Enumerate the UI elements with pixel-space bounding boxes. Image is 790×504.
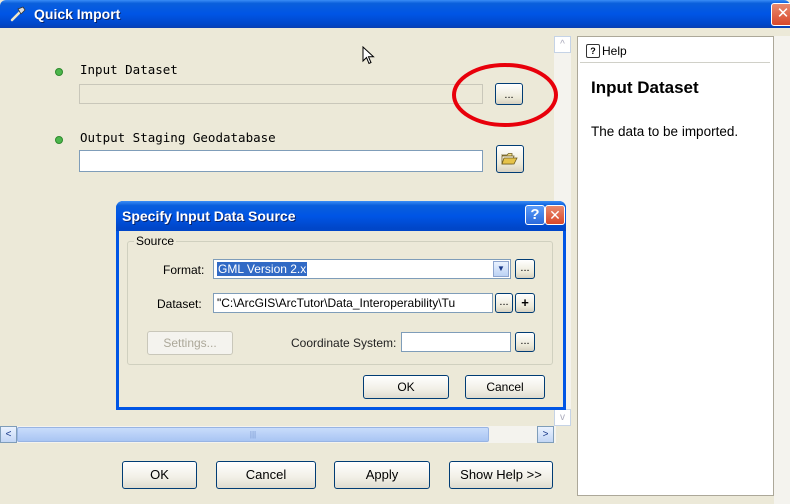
dataset-value: "C:\ArcGIS\ArcTutor\Data_Interoperabilit… (217, 296, 456, 310)
required-bullet-icon (55, 136, 63, 144)
dataset-field[interactable]: "C:\ArcGIS\ArcTutor\Data_Interoperabilit… (213, 293, 493, 313)
format-value: GML Version 2.x (217, 262, 308, 276)
dialog-cancel-button[interactable]: Cancel (465, 375, 545, 399)
source-group-label: Source (134, 234, 177, 248)
plus-icon: + (521, 295, 529, 310)
output-geodatabase-field[interactable] (79, 150, 483, 172)
horizontal-scroll-thumb[interactable]: ||| (17, 427, 489, 442)
scroll-left-arrow-icon[interactable]: < (0, 426, 17, 443)
show-help-button[interactable]: Show Help >> (449, 461, 553, 489)
window-title: Quick Import (34, 6, 121, 22)
input-dataset-label: Input Dataset (80, 62, 178, 77)
help-description: The data to be imported. (591, 124, 739, 139)
settings-button[interactable]: Settings... (147, 331, 233, 355)
quick-import-window: Quick Import ✕ Input Dataset ... Output … (0, 0, 790, 504)
output-browse-button[interactable] (496, 145, 524, 173)
format-label: Format: (163, 263, 205, 277)
dialog-title-bar: Specify Input Data Source ? ✕ (116, 201, 566, 231)
ok-button[interactable]: OK (122, 461, 197, 489)
hammer-icon (10, 6, 26, 22)
required-bullet-icon (55, 68, 63, 76)
help-tab-label: Help (602, 44, 627, 58)
coordinate-system-browse-button[interactable]: ... (515, 332, 535, 352)
dialog-body: Source Format: GML Version 2.x ▼ ... Dat… (119, 231, 563, 407)
format-select[interactable]: GML Version 2.x ▼ (213, 259, 511, 279)
dataset-add-button[interactable]: + (515, 293, 535, 313)
specify-input-data-source-dialog: Specify Input Data Source ? ✕ Source For… (116, 201, 566, 410)
help-vertical-scrollbar[interactable] (774, 36, 790, 504)
scroll-down-arrow-icon[interactable]: v (554, 409, 571, 426)
help-pane (577, 36, 774, 496)
dialog-help-button[interactable]: ? (525, 205, 545, 225)
dialog-close-button[interactable]: ✕ (545, 205, 565, 225)
scroll-right-arrow-icon[interactable]: > (537, 426, 554, 443)
output-geodatabase-label: Output Staging Geodatabase (80, 130, 276, 145)
coordinate-system-label: Coordinate System: (291, 336, 397, 350)
browse-button-label: ... (504, 89, 514, 101)
input-dataset-field[interactable] (79, 84, 483, 104)
open-folder-icon (501, 153, 518, 165)
format-browse-button[interactable]: ... (515, 259, 535, 279)
dataset-label: Dataset: (157, 297, 202, 311)
help-book-icon: ? (586, 44, 600, 58)
cancel-button[interactable]: Cancel (216, 461, 316, 489)
coordinate-system-field[interactable] (401, 332, 511, 352)
dataset-browse-button[interactable]: ... (495, 293, 513, 313)
dialog-ok-button[interactable]: OK (363, 375, 449, 399)
window-close-button[interactable]: ✕ (771, 3, 790, 26)
dialog-title: Specify Input Data Source (122, 208, 296, 224)
input-dataset-browse-button[interactable]: ... (495, 83, 523, 105)
help-heading: Input Dataset (591, 78, 699, 97)
mouse-cursor-icon (362, 46, 375, 65)
title-bar: Quick Import ✕ (0, 0, 790, 28)
chevron-down-icon[interactable]: ▼ (493, 261, 509, 277)
scroll-up-arrow-icon[interactable]: ^ (554, 36, 571, 53)
help-tab[interactable]: ? Help (580, 40, 770, 63)
apply-button[interactable]: Apply (334, 461, 430, 489)
